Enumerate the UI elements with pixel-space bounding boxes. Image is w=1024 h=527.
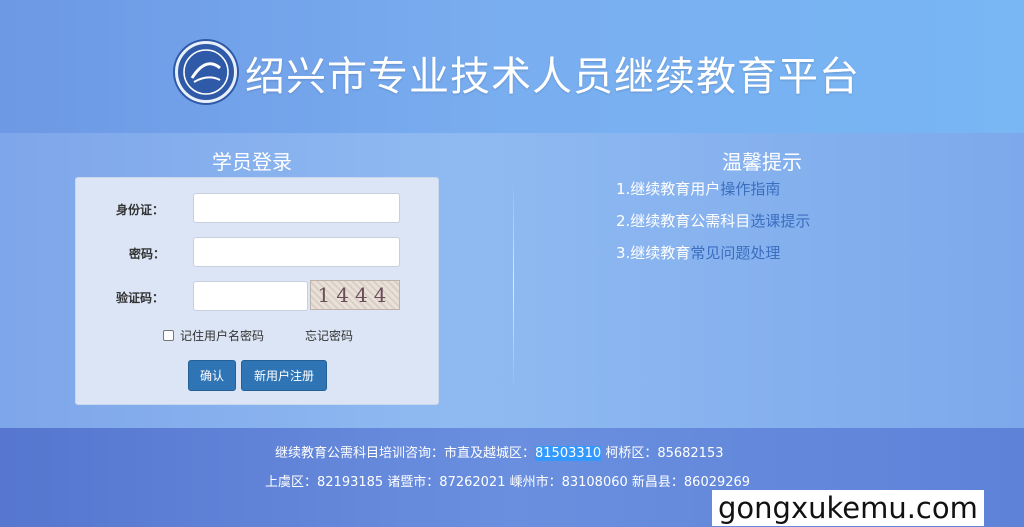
password-label: 密码： [129, 247, 166, 261]
captcha-label: 验证码： [116, 291, 165, 305]
tip-text: 1.继续教育用户 [616, 180, 721, 198]
id-number-input[interactable] [193, 193, 400, 223]
captcha-input[interactable] [193, 281, 308, 311]
watermark: gongxukemu.com [712, 490, 984, 526]
tip-text: 2.继续教育公需科目 [616, 212, 751, 230]
password-input[interactable] [193, 237, 400, 267]
remember-me[interactable]: 记住用户名密码 [163, 327, 264, 344]
footer-line1-suffix: 柯桥区：85682153 [601, 446, 724, 461]
footer-contact-line-2: 上虞区：82193185 诸暨市：87262021 嵊州市：83108060 新… [265, 475, 751, 490]
footer-line1-prefix: 继续教育公需科目培训咨询：市直及越城区： [275, 446, 536, 461]
remember-checkbox[interactable] [163, 330, 174, 341]
register-button[interactable]: 新用户注册 [241, 360, 327, 391]
login-title: 学员登录 [212, 150, 292, 174]
login-form: 身份证： 密码： 验证码： 1444 记住用户名密码 忘记密码 确认 新用户注册 [75, 177, 439, 405]
remember-label: 记住用户名密码 [180, 329, 265, 343]
forgot-password-link[interactable]: 忘记密码 [305, 327, 353, 344]
tip-link-guide[interactable]: 操作指南 [720, 180, 780, 198]
confirm-button[interactable]: 确认 [188, 360, 236, 391]
tip-link-faq[interactable]: 常见问题处理 [690, 244, 780, 262]
site-title: 绍兴市专业技术人员继续教育平台 [245, 54, 860, 100]
tip-item: 3.继续教育常见问题处理 [616, 242, 780, 263]
footer-highlight-number: 81503310 [535, 446, 602, 461]
divider [513, 180, 514, 390]
tip-item: 2.继续教育公需科目选课提示 [616, 210, 810, 231]
tip-link-course[interactable]: 选课提示 [750, 212, 810, 230]
header-banner: 绍兴市专业技术人员继续教育平台 [0, 0, 1024, 133]
footer-contact-line-1: 继续教育公需科目培训咨询：市直及越城区：81503310 柯桥区：8568215… [275, 442, 724, 461]
tip-item: 1.继续教育用户操作指南 [616, 178, 780, 199]
captcha-image[interactable]: 1444 [310, 280, 400, 310]
id-label: 身份证： [116, 203, 165, 217]
tips-title: 温馨提示 [722, 150, 802, 174]
site-logo-icon [175, 41, 237, 103]
tip-text: 3.继续教育 [616, 244, 691, 262]
